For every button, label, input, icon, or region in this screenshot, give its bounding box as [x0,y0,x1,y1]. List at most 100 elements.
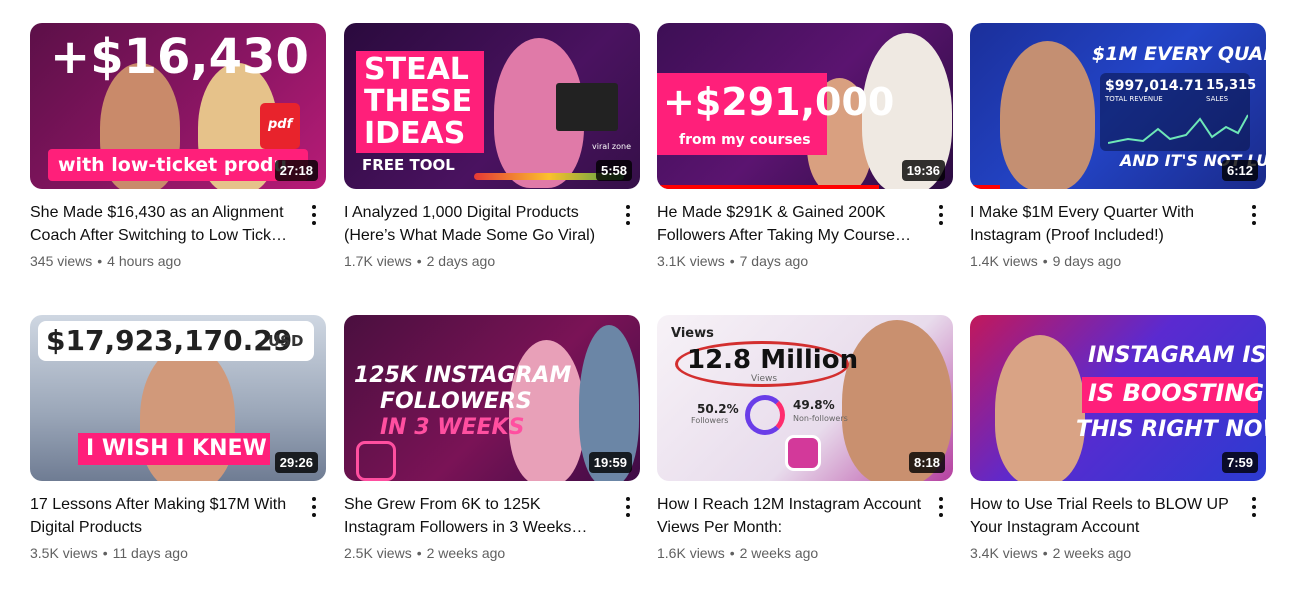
video-card[interactable]: $1M EVERY QUARTER $997,014.71 TOTAL REVE… [970,23,1266,269]
video-stats: 3.5K views • 11 days ago [30,545,188,561]
followers-percent: 50.2% [697,402,739,416]
upload-age: 4 hours ago [107,253,182,269]
person-figure [995,335,1085,481]
thumbnail-subtitle: from my courses [679,132,811,148]
instagram-icon [785,435,821,471]
view-count: 1.7K views [344,253,412,269]
thumbnail-headline: IS BOOSTING [1088,379,1265,407]
more-vert-icon[interactable] [620,203,636,227]
view-count: 2.5K views [344,545,412,561]
revenue-label: TOTAL REVENUE [1105,95,1163,103]
more-vert-icon[interactable] [306,495,322,519]
views-label: Views [671,326,714,341]
upload-age: 7 days ago [739,253,809,269]
thumbnail-headline: THESE [364,84,473,119]
upload-age: 2 days ago [426,253,496,269]
video-thumbnail[interactable]: $17,923,170.29 USD I WISH I KNEW 29:26 [30,315,326,481]
video-stats: 1.7K views • 2 days ago [344,253,496,269]
video-title[interactable]: How to Use Trial Reels to BLOW UP Your I… [970,493,1236,539]
views-sublabel: Views [751,374,778,384]
upload-age: 2 weeks ago [426,545,506,561]
currency-label: USD [268,332,304,350]
video-stats: 1.4K views • 9 days ago [970,253,1122,269]
video-title[interactable]: She Grew From 6K to 125K Instagram Follo… [344,493,610,539]
video-card[interactable]: Views 12.8 Million Views 50.2% Followers… [657,315,953,561]
view-count: 3.4K views [970,545,1038,561]
watermark-text: viral zone [592,142,631,151]
thumbnail-headline: +$16,430 [50,29,309,85]
thumbnail-subtitle: FREE TOOL [362,156,455,174]
view-count: 3.1K views [657,253,725,269]
video-thumbnail[interactable]: INSTAGRAM IS IS BOOSTING THIS RIGHT NOW … [970,315,1266,481]
video-card[interactable]: 125K INSTAGRAM FOLLOWERS IN 3 WEEKS 19:5… [344,315,640,561]
video-stats: 345 views • 4 hours ago [30,253,182,269]
nonfollowers-percent: 49.8% [793,398,835,412]
nonfollowers-label: Non-followers [793,414,848,423]
more-vert-icon[interactable] [1246,495,1262,519]
video-thumbnail[interactable]: Views 12.8 Million Views 50.2% Followers… [657,315,953,481]
thumbnail-subtitle: IN 3 WEEKS [380,415,525,440]
video-duration: 19:36 [901,160,945,181]
video-title[interactable]: She Made $16,430 as an Alignment Coach A… [30,201,296,247]
thumbnail-headline: +$291,000 [663,80,895,124]
sales-label: SALES [1206,95,1229,103]
view-count: 3.5K views [30,545,98,561]
video-title[interactable]: He Made $291K & Gained 200K Followers Af… [657,201,923,247]
thumbnail-headline: STEAL [364,52,469,87]
video-title[interactable]: I Make $1M Every Quarter With Instagram … [970,201,1236,247]
view-count: 1.4K views [970,253,1038,269]
video-thumbnail[interactable]: +$16,430 pdf with low-ticket produ 27:18 [30,23,326,189]
instagram-icon [356,441,396,481]
video-title[interactable]: I Analyzed 1,000 Digital Products (Here’… [344,201,610,247]
more-vert-icon[interactable] [620,495,636,519]
video-stats: 3.1K views • 7 days ago [657,253,809,269]
thumbnail-headline: 125K INSTAGRAM [354,363,572,388]
followers-label: Followers [691,416,729,425]
sparkline-chart [1108,114,1248,144]
upload-age: 11 days ago [112,545,188,561]
more-vert-icon[interactable] [1246,203,1262,227]
video-stats: 2.5K views • 2 weeks ago [344,545,506,561]
thumbnail-subtitle: I WISH I KNEW [86,436,267,461]
thumbnail-headline: INSTAGRAM IS [1088,343,1266,368]
video-stats: 3.4K views • 2 weeks ago [970,545,1132,561]
video-card[interactable]: STEAL THESE IDEAS FREE TOOL viral zone 5… [344,23,640,269]
video-duration: 29:26 [274,452,318,473]
video-stats: 1.6K views • 2 weeks ago [657,545,819,561]
thumbnail-subtitle: THIS RIGHT NOW [1076,417,1266,442]
thumbnail-headline: $17,923,170.29 [46,324,293,357]
video-title[interactable]: How I Reach 12M Instagram Account Views … [657,493,923,539]
thumbnail-headline: 12.8 Million [687,345,859,375]
video-card[interactable]: +$16,430 pdf with low-ticket produ 27:18… [30,23,326,269]
thumbnail-subtitle: with low-ticket produ [58,154,288,176]
upload-age: 9 days ago [1052,253,1122,269]
upload-age: 2 weeks ago [1052,545,1132,561]
thumbnail-headline: IDEAS [364,116,466,151]
sales-value: 15,315 [1206,78,1257,93]
video-duration: 6:12 [1221,160,1258,181]
laptop-icon [556,83,618,131]
thumbnail-headline: FOLLOWERS [380,389,532,414]
person-figure [1000,41,1095,189]
thumbnail-headline: $1M EVERY QUARTER [1092,43,1266,65]
video-duration: 27:18 [274,160,318,181]
video-card[interactable]: $17,923,170.29 USD I WISH I KNEW 29:26 1… [30,315,326,561]
video-duration: 5:58 [595,160,632,181]
upload-age: 2 weeks ago [739,545,819,561]
more-vert-icon[interactable] [306,203,322,227]
video-card[interactable]: INSTAGRAM IS IS BOOSTING THIS RIGHT NOW … [970,315,1266,561]
video-title[interactable]: 17 Lessons After Making $17M With Digita… [30,493,296,539]
view-count: 1.6K views [657,545,725,561]
pdf-file-icon: pdf [260,103,300,149]
video-thumbnail[interactable]: $1M EVERY QUARTER $997,014.71 TOTAL REVE… [970,23,1266,189]
video-thumbnail[interactable]: STEAL THESE IDEAS FREE TOOL viral zone 5… [344,23,640,189]
video-thumbnail[interactable]: +$291,000 from my courses 19:36 [657,23,953,189]
video-duration: 8:18 [908,452,945,473]
more-vert-icon[interactable] [933,495,949,519]
video-duration: 19:59 [588,452,632,473]
revenue-value: $997,014.71 [1105,78,1204,94]
video-thumbnail[interactable]: 125K INSTAGRAM FOLLOWERS IN 3 WEEKS 19:5… [344,315,640,481]
more-vert-icon[interactable] [933,203,949,227]
view-count: 345 views [30,253,93,269]
video-card[interactable]: +$291,000 from my courses 19:36 He Made … [657,23,953,269]
